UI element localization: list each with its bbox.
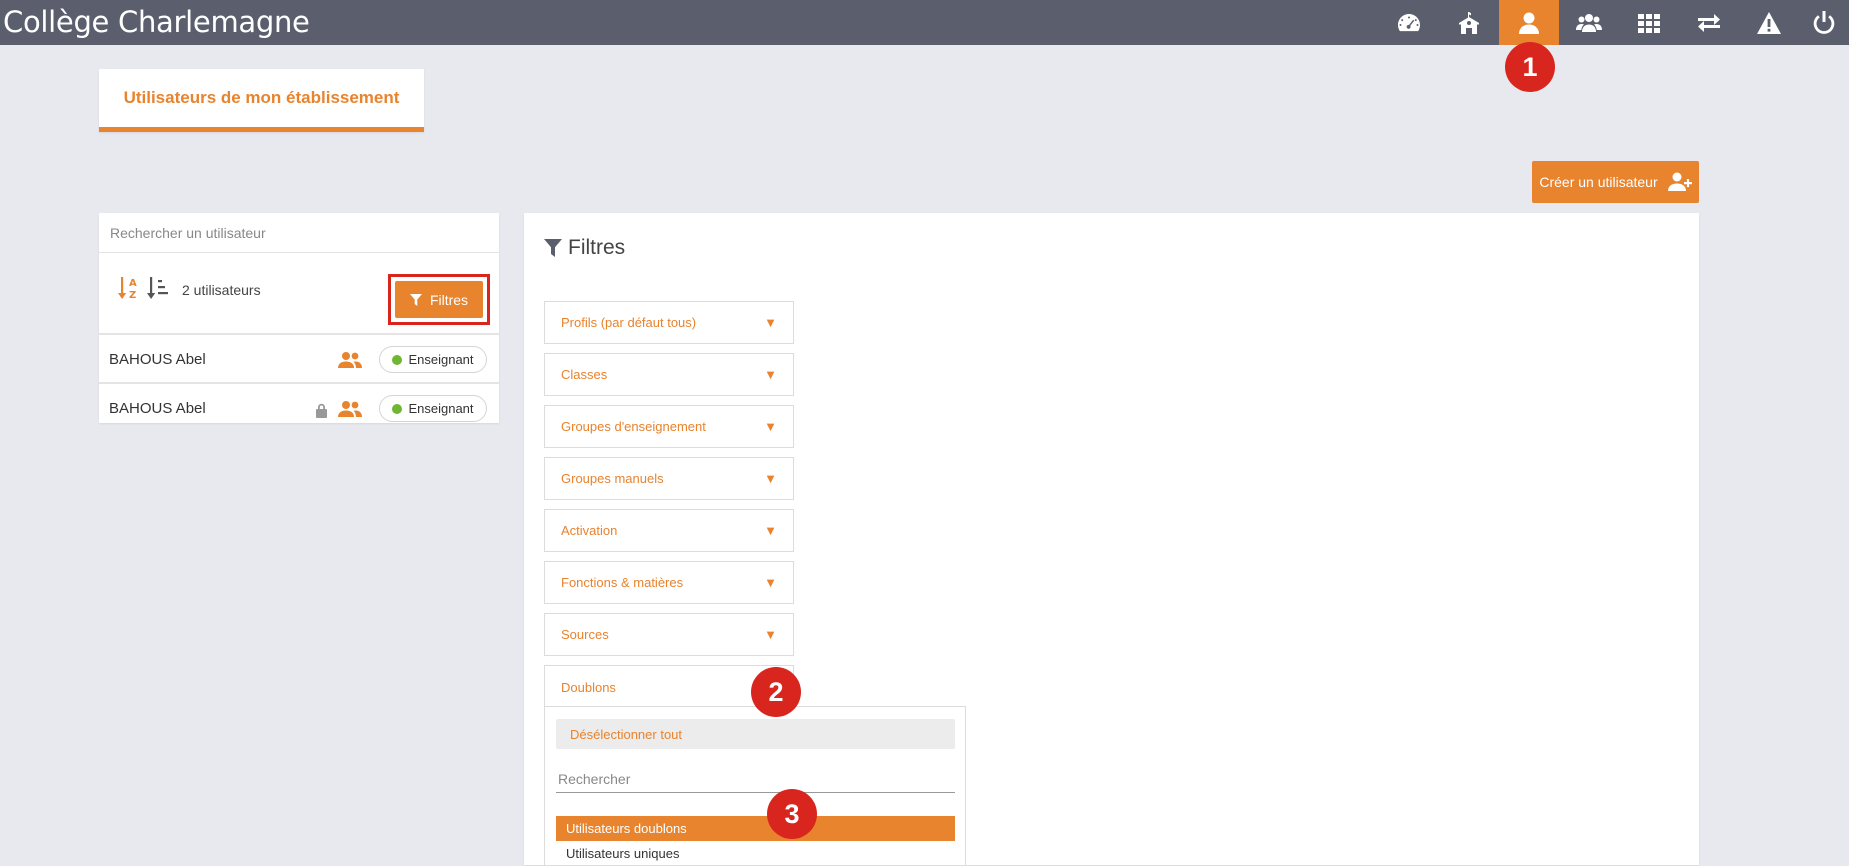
lock-icon: [315, 403, 328, 423]
caret-down-icon: ▼: [764, 575, 777, 590]
filters-button-label: Filtres: [429, 291, 469, 308]
filter-section-teaching-groups[interactable]: Groupes d'enseignement ▼: [544, 405, 794, 448]
filter-section-label: Profils (par défaut tous): [561, 315, 697, 330]
funnel-icon: [544, 239, 562, 257]
filter-section-manual-groups[interactable]: Groupes manuels ▼: [544, 457, 794, 500]
svg-text:A: A: [129, 278, 137, 289]
dashboard-icon: [1398, 13, 1420, 31]
nav-groups[interactable]: [1559, 0, 1619, 45]
group-icon: [1576, 13, 1602, 32]
nav-transfer[interactable]: [1679, 0, 1739, 45]
status-dot: [392, 354, 403, 365]
alert-icon: [1757, 11, 1781, 34]
apps-grid-icon: [1638, 13, 1660, 33]
sort-list-button[interactable]: [147, 275, 169, 301]
filter-section-activation[interactable]: Activation ▼: [544, 509, 794, 552]
filters-button[interactable]: Filtres: [395, 281, 483, 318]
role-badge: Enseignant: [379, 395, 487, 422]
group-icon: [338, 400, 362, 423]
option-unique-users[interactable]: Utilisateurs uniques: [556, 841, 955, 866]
caret-down-icon: ▼: [764, 471, 777, 486]
caret-down-icon: ▼: [764, 315, 777, 330]
filter-section-label: Doublons: [561, 679, 616, 695]
sort-list-icon: [147, 277, 168, 299]
nav-dashboard[interactable]: [1379, 0, 1439, 45]
tab-users-establishment[interactable]: Utilisateurs de mon établissement: [99, 69, 424, 132]
school-icon: [1459, 11, 1479, 34]
status-dot: [392, 403, 403, 414]
create-user-button[interactable]: Créer un utilisateur: [1532, 161, 1699, 203]
filter-section-label: Classes: [561, 367, 608, 382]
group-icon: [338, 351, 362, 374]
duplicates-dropdown: Désélectionner tout Utilisateurs doublon…: [544, 706, 966, 865]
option-duplicate-users[interactable]: Utilisateurs doublons: [556, 816, 955, 841]
nav-alerts[interactable]: [1739, 0, 1799, 45]
power-icon: [1813, 10, 1835, 34]
caret-down-icon: ▼: [764, 367, 777, 382]
filter-section-label: Activation: [561, 523, 618, 538]
filter-section-label: Fonctions & matières: [561, 575, 684, 590]
create-user-label: Créer un utilisateur: [1539, 174, 1658, 190]
step-marker-3: 3: [767, 789, 817, 839]
sort-alpha-icon: A Z: [118, 277, 137, 301]
filter-section-functions[interactable]: Fonctions & matières ▼: [544, 561, 794, 604]
user-add-icon: [1667, 172, 1692, 191]
app-title: Collège Charlemagne: [3, 5, 310, 39]
user-count: 2 utilisateurs: [182, 282, 261, 298]
caret-down-icon: ▼: [764, 523, 777, 538]
filter-section-sources[interactable]: Sources ▼: [544, 613, 794, 656]
deselect-all-button[interactable]: Désélectionner tout: [556, 719, 955, 749]
filter-section-profiles[interactable]: Profils (par défaut tous) ▼: [544, 301, 794, 344]
role-badge: Enseignant: [379, 346, 487, 373]
step-marker-2: 2: [751, 667, 801, 717]
filters-panel: Filtres Profils (par défaut tous) ▼ Clas…: [524, 213, 1699, 865]
filters-title-text: Filtres: [568, 236, 626, 259]
role-label: Enseignant: [408, 401, 474, 416]
svg-text:Z: Z: [129, 290, 136, 301]
transfer-icon: [1698, 13, 1720, 32]
user-list-panel: A Z 2 utilisateurs Filtres BAHOUS Abel: [99, 213, 499, 423]
user-name: BAHOUS Abel: [109, 351, 206, 368]
sort-alpha-button[interactable]: A Z: [118, 275, 140, 301]
caret-down-icon: ▼: [764, 627, 777, 642]
filters-title: Filtres: [544, 236, 625, 260]
nav-apps[interactable]: [1619, 0, 1679, 45]
nav-logout[interactable]: [1799, 0, 1849, 45]
nav-school[interactable]: [1439, 0, 1499, 45]
filter-section-label: Sources: [561, 627, 609, 642]
dropdown-search-input[interactable]: [556, 765, 955, 793]
step-marker-1: 1: [1505, 42, 1555, 92]
filter-section-classes[interactable]: Classes ▼: [544, 353, 794, 396]
nav-users[interactable]: [1499, 0, 1559, 45]
user-row[interactable]: BAHOUS Abel Enseignant: [99, 384, 499, 433]
top-bar: Collège Charlemagne: [0, 0, 1849, 45]
role-label: Enseignant: [408, 352, 474, 367]
tab-label: Utilisateurs de mon établissement: [123, 88, 400, 107]
user-name: BAHOUS Abel: [109, 400, 206, 417]
filter-section-label: Groupes d'enseignement: [561, 419, 706, 434]
user-icon: [1519, 12, 1539, 34]
funnel-icon: [409, 293, 422, 306]
list-toolbar: A Z 2 utilisateurs Filtres: [99, 253, 499, 335]
caret-down-icon: ▼: [764, 419, 777, 434]
user-row[interactable]: BAHOUS Abel Enseignant: [99, 335, 499, 384]
user-search-input[interactable]: [99, 213, 499, 253]
filter-section-label: Groupes manuels: [561, 471, 664, 486]
